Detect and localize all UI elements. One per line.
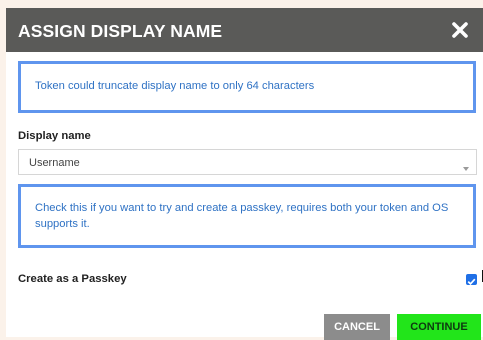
- close-icon[interactable]: [451, 21, 469, 39]
- truncate-info-box: Token could truncate display name to onl…: [18, 61, 476, 113]
- assign-display-name-dialog: ASSIGN DISPLAY NAME Token could truncate…: [6, 8, 483, 340]
- passkey-info-text: Check this if you want to try and create…: [35, 202, 449, 230]
- passkey-info-box: Check this if you want to try and create…: [18, 184, 476, 248]
- display-name-label: Display name: [18, 130, 91, 142]
- create-passkey-checkbox[interactable]: [466, 274, 477, 286]
- display-name-selected-value: Username: [29, 157, 80, 169]
- display-name-select[interactable]: Username: [18, 149, 477, 175]
- dialog-header: ASSIGN DISPLAY NAME: [6, 8, 483, 52]
- cancel-button[interactable]: CANCEL: [324, 314, 390, 340]
- truncate-info-text: Token could truncate display name to onl…: [35, 80, 315, 92]
- caret-down-icon: [462, 159, 470, 171]
- continue-button[interactable]: CONTINUE: [397, 314, 481, 340]
- dialog-title: ASSIGN DISPLAY NAME: [18, 21, 223, 41]
- create-passkey-label: Create as a Passkey: [18, 273, 127, 285]
